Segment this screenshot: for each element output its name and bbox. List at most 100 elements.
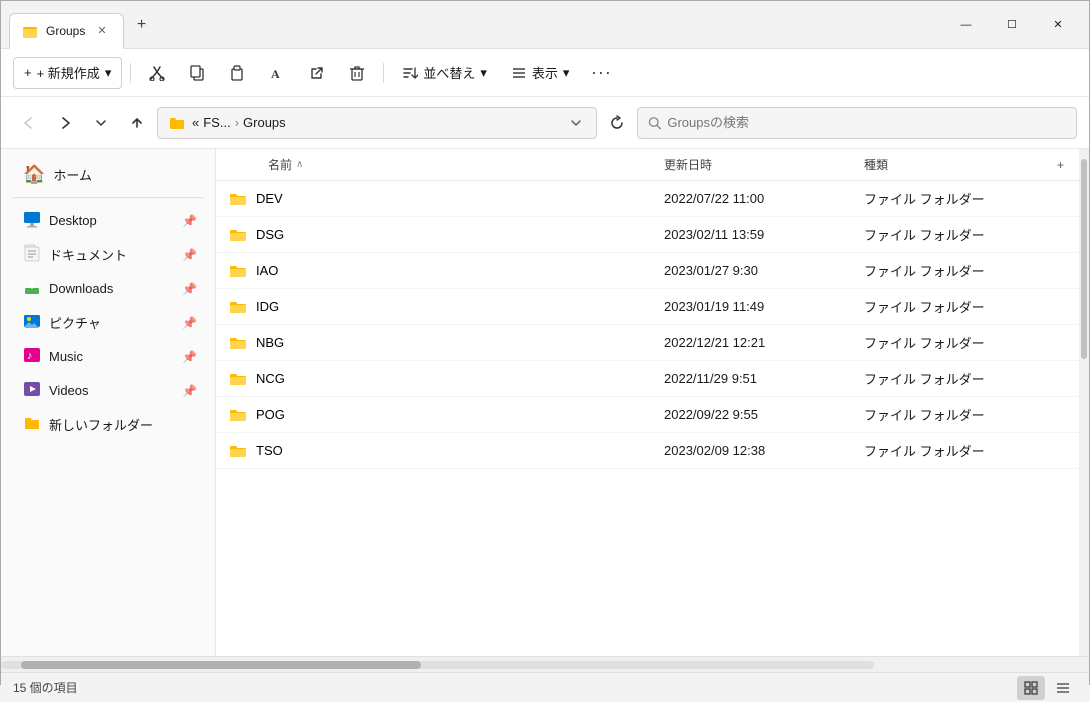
file-row-date: 2022/07/22 11:00 (656, 191, 856, 206)
search-input[interactable] (667, 115, 1066, 130)
breadcrumb-short[interactable]: FS... (203, 115, 230, 130)
breadcrumb-separator: › (235, 115, 239, 130)
col-header-name[interactable]: 名前 ∧ (216, 152, 656, 177)
folder-icon (228, 405, 248, 425)
cut-icon (149, 65, 165, 81)
file-row-type: ファイル フォルダー (856, 333, 1079, 352)
file-list: 名前 ∧ 更新日時 種類 + DEV 2022/07/22 11:00 ファイル… (216, 149, 1079, 656)
minimize-button[interactable]: — (943, 9, 989, 41)
view-label: 表示 (532, 63, 558, 82)
horizontal-scrollbar-track[interactable] (1, 661, 874, 669)
table-row[interactable]: IDG 2023/01/19 11:49 ファイル フォルダー (216, 289, 1079, 325)
table-row[interactable]: DEV 2022/07/22 11:00 ファイル フォルダー (216, 181, 1079, 217)
table-row[interactable]: NCG 2022/11/29 9:51 ファイル フォルダー (216, 361, 1079, 397)
sidebar-item-downloads[interactable]: Downloads 📌 (7, 272, 209, 305)
forward-button[interactable] (49, 109, 81, 137)
tab-groups[interactable]: Groups ✕ (9, 13, 124, 49)
horizontal-scrollbar-thumb[interactable] (21, 661, 421, 669)
sidebar-item-desktop[interactable]: Desktop 📌 (7, 204, 209, 237)
tab-folder-icon (22, 23, 38, 39)
view-icon (511, 65, 527, 81)
table-row[interactable]: POG 2022/09/22 9:55 ファイル フォルダー (216, 397, 1079, 433)
col-type-label: 種類 (864, 156, 888, 173)
sidebar-downloads-pin: 📌 (182, 282, 197, 296)
maximize-button[interactable]: ☐ (989, 9, 1035, 41)
sidebar-item-music[interactable]: ♪ Music 📌 (7, 340, 209, 373)
tab-title: Groups (46, 24, 85, 38)
table-row[interactable]: TSO 2023/02/09 12:38 ファイル フォルダー (216, 433, 1079, 469)
table-row[interactable]: IAO 2023/01/27 9:30 ファイル フォルダー (216, 253, 1079, 289)
file-row-type: ファイル フォルダー (856, 225, 1079, 244)
status-bar: 15 個の項目 (1, 672, 1089, 702)
home-icon: 🏠 (23, 164, 45, 185)
vertical-scrollbar[interactable] (1079, 149, 1089, 656)
status-view-controls (1017, 676, 1077, 700)
col-plus-label: + (1057, 158, 1064, 172)
grid-view-button[interactable] (1017, 676, 1045, 700)
videos-icon (23, 380, 41, 401)
search-box[interactable] (637, 107, 1077, 139)
folder-icon (228, 225, 248, 245)
dropdown-button[interactable] (85, 109, 117, 137)
sort-label: 並べ替え (423, 63, 475, 82)
search-icon (648, 116, 661, 130)
table-row[interactable]: NBG 2022/12/21 12:21 ファイル フォルダー (216, 325, 1079, 361)
table-row[interactable]: DSG 2023/02/11 13:59 ファイル フォルダー (216, 217, 1079, 253)
refresh-button[interactable] (601, 109, 633, 137)
sidebar-home-label: ホーム (53, 165, 197, 184)
delete-button[interactable] (339, 57, 375, 89)
file-row-date: 2023/02/09 12:38 (656, 443, 856, 458)
col-header-date[interactable]: 更新日時 (656, 152, 856, 177)
tab-close-button[interactable]: ✕ (93, 22, 110, 39)
breadcrumb-current[interactable]: Groups (243, 115, 286, 130)
toolbar-divider-2 (383, 63, 384, 83)
new-tab-button[interactable]: + (128, 11, 156, 39)
sidebar-item-videos[interactable]: Videos 📌 (7, 374, 209, 407)
file-row-date: 2023/01/19 11:49 (656, 299, 856, 314)
up-button[interactable] (121, 109, 153, 137)
file-row-type: ファイル フォルダー (856, 261, 1079, 280)
more-button[interactable]: ··· (583, 57, 619, 89)
col-header-type[interactable]: 種類 (856, 152, 1049, 177)
sort-button[interactable]: 並べ替え ▾ (392, 57, 497, 89)
new-item-button[interactable]: + + 新規作成 ▾ (13, 57, 122, 89)
music-icon: ♪ (23, 346, 41, 367)
pictures-icon (23, 312, 41, 333)
sidebar-item-pictures[interactable]: ピクチャ 📌 (7, 306, 209, 339)
address-expand-button[interactable] (566, 115, 586, 131)
file-row-type: ファイル フォルダー (856, 405, 1079, 424)
address-box[interactable]: « FS... › Groups (157, 107, 597, 139)
new-folder-icon (23, 414, 41, 435)
cut-button[interactable] (139, 57, 175, 89)
folder-icon (228, 189, 248, 209)
back-button[interactable] (13, 109, 45, 137)
view-button[interactable]: 表示 ▾ (501, 57, 580, 89)
folder-icon (228, 261, 248, 281)
copy-button[interactable] (179, 57, 215, 89)
col-header-plus[interactable]: + (1049, 154, 1079, 176)
expand-icon (570, 117, 582, 129)
file-row-type: ファイル フォルダー (856, 441, 1079, 460)
title-bar: Groups ✕ + — ☐ ✕ (1, 1, 1089, 49)
refresh-icon (609, 115, 625, 131)
file-row-type: ファイル フォルダー (856, 189, 1079, 208)
share-button[interactable] (299, 57, 335, 89)
scrollbar-thumb[interactable] (1081, 159, 1087, 359)
folder-icon (228, 441, 248, 461)
folder-icon (228, 333, 248, 353)
list-view-icon (1056, 681, 1070, 695)
close-button[interactable]: ✕ (1035, 9, 1081, 41)
sidebar-item-documents[interactable]: ドキュメント 📌 (7, 238, 209, 271)
dropdown-icon (95, 117, 107, 129)
rename-button[interactable]: A (259, 57, 295, 89)
share-icon (309, 65, 325, 81)
desktop-icon (23, 210, 41, 231)
sidebar-item-new-folder[interactable]: 新しいフォルダー (7, 408, 209, 441)
file-row-type: ファイル フォルダー (856, 369, 1079, 388)
downloads-icon (23, 278, 41, 299)
item-count-label: 15 個の項目 (13, 679, 78, 696)
paste-button[interactable] (219, 57, 255, 89)
list-view-button[interactable] (1049, 676, 1077, 700)
grid-view-icon (1024, 681, 1038, 695)
sidebar-item-home[interactable]: 🏠 ホーム (7, 158, 209, 191)
